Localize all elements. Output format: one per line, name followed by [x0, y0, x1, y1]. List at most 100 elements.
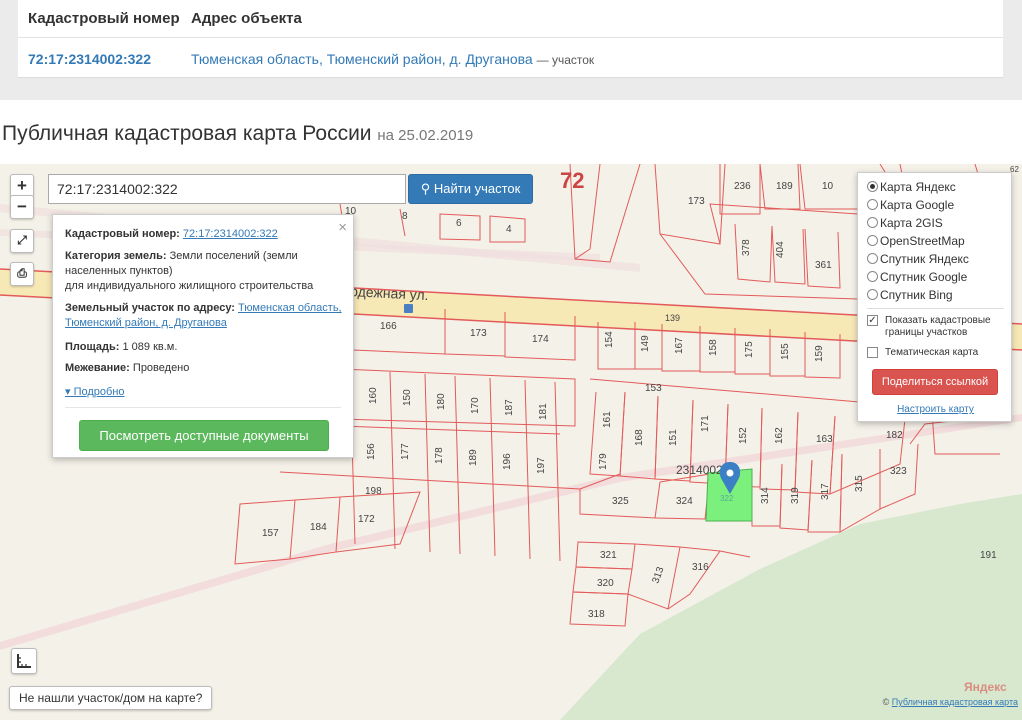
parcel-label: 174: [532, 334, 549, 345]
info-survey-value: Проведено: [132, 362, 190, 374]
parcel-label: 167: [674, 337, 685, 354]
parcel-label: 156: [366, 443, 377, 460]
table-row[interactable]: 72:17:2314002:322 Тюменская область, Тюм…: [18, 38, 1003, 78]
bus-stop-icon: [404, 304, 413, 313]
thematic-map-label: Тематическая карта: [885, 347, 979, 358]
share-link-button[interactable]: Поделиться ссылкой: [872, 369, 998, 395]
parcel-label: 173: [470, 328, 487, 339]
layer-option-label: OpenStreetMap: [880, 234, 965, 248]
fullscreen-button[interactable]: ⤢: [10, 229, 34, 253]
parcel-label: 236: [734, 181, 751, 192]
radio-icon[interactable]: [867, 217, 878, 228]
green-area: [560, 494, 1022, 720]
parcel-label: 321: [600, 550, 617, 561]
parcel-label: 158: [708, 339, 719, 356]
parcel-label: 322: [720, 494, 734, 503]
radio-selected-icon[interactable]: [867, 181, 878, 192]
thematic-map-option[interactable]: Тематическая карта: [867, 347, 1007, 361]
parcel-label: 6: [456, 218, 462, 229]
layer-option-osm[interactable]: OpenStreetMap: [867, 233, 965, 250]
parcel-label: 177: [400, 443, 411, 460]
radio-icon[interactable]: [867, 253, 878, 264]
search-button[interactable]: ⚲ Найти участок: [408, 174, 533, 204]
show-borders-label: Показать кадастровые границы участков: [885, 315, 991, 338]
parcel-label: 196: [502, 453, 513, 470]
parcel-label: 150: [402, 389, 413, 406]
parcel-label: 182: [886, 430, 903, 441]
parcel-label: 325: [612, 496, 629, 507]
info-cadastral-link[interactable]: 72:17:2314002:322: [183, 228, 278, 240]
address-link[interactable]: Тюменская область, Тюменский район, д. Д…: [191, 51, 533, 67]
parcel-label: 197: [536, 457, 547, 474]
radio-icon[interactable]: [867, 289, 878, 300]
caret-down-icon: ▾: [65, 386, 71, 398]
parcel-label: 191: [980, 550, 997, 561]
layer-option-bing-sat[interactable]: Спутник Bing: [867, 287, 953, 304]
ruler-icon: [17, 654, 31, 668]
yandex-logo: Яндекс: [964, 680, 1007, 694]
radio-icon[interactable]: [867, 235, 878, 246]
parcel-label: 361: [815, 260, 832, 271]
parcel-label: 189: [468, 449, 479, 466]
address-cell[interactable]: Тюменская область, Тюменский район, д. Д…: [191, 51, 594, 67]
info-area-label: Площадь:: [65, 341, 120, 353]
parcel-label: 160: [368, 387, 379, 404]
layer-option-2gis[interactable]: Карта 2GIS: [867, 215, 943, 232]
map-layer-panel: Карта Яндекс Карта Google Карта 2GIS Ope…: [857, 172, 1012, 422]
parcel-label: 171: [700, 415, 711, 432]
panel-divider: [867, 308, 1004, 309]
radio-icon[interactable]: [867, 271, 878, 282]
layer-option-google-sat[interactable]: Спутник Google: [867, 269, 967, 286]
parcel-label: 314: [760, 487, 771, 504]
setup-map-link[interactable]: Настроить карту: [858, 404, 1013, 415]
printer-icon: ⎙: [17, 266, 27, 280]
checkbox-icon[interactable]: [867, 347, 878, 358]
cadastral-number-link[interactable]: 72:17:2314002:322: [28, 51, 151, 67]
layer-option-google[interactable]: Карта Google: [867, 197, 954, 214]
block-label: 2314002: [676, 463, 723, 477]
parcel-label: 180: [436, 393, 447, 410]
copyright-link[interactable]: Публичная кадастровая карта: [892, 697, 1018, 707]
page-title-date: на 25.02.2019: [377, 127, 474, 144]
layer-option-yandex-sat[interactable]: Спутник Яндекс: [867, 251, 969, 268]
view-documents-button[interactable]: Посмотреть доступные документы: [79, 420, 329, 451]
print-button[interactable]: ⎙: [10, 262, 34, 286]
parcel-label: 318: [588, 609, 605, 620]
radio-icon[interactable]: [867, 199, 878, 210]
not-found-button[interactable]: Не нашли участок/дом на карте?: [9, 686, 213, 710]
results-section: Кадастровый номер Адрес объекта 72:17:23…: [0, 0, 1022, 100]
info-category-label: Категория земель:: [65, 250, 167, 262]
info-cadastral: Кадастровый номер: 72:17:2314002:322: [65, 227, 345, 242]
parcel-label: 152: [738, 427, 749, 444]
parcel-label: 161: [602, 411, 613, 428]
parcel-label: 155: [780, 343, 791, 360]
quarter-label: 72: [560, 168, 584, 193]
layer-option-yandex[interactable]: Карта Яндекс: [867, 179, 956, 196]
parcel-label: 324: [676, 496, 693, 507]
parcel-label: 184: [310, 522, 327, 533]
parcel-label: 317: [820, 483, 831, 500]
layer-option-label: Спутник Bing: [880, 288, 953, 302]
details-link[interactable]: ▾ Подробно: [65, 385, 125, 398]
parcel-label: 166: [380, 321, 397, 332]
parcel-label: 320: [597, 578, 614, 589]
show-borders-option[interactable]: ✓ Показать кадастровые границы участков: [867, 315, 1007, 341]
info-address-label: Земельный участок по адресу:: [65, 302, 235, 314]
info-divider: [65, 407, 341, 408]
parcel-label: 315: [854, 475, 865, 492]
parcel-label: 154: [604, 331, 615, 348]
col-address-header: Адрес объекта: [191, 10, 302, 27]
info-area: Площадь: 1 089 кв.м.: [65, 340, 345, 355]
info-survey-label: Межевание:: [65, 362, 130, 374]
parcel-label: 175: [744, 341, 755, 358]
checkbox-checked-icon[interactable]: ✓: [867, 315, 878, 326]
parcel-label: 168: [634, 429, 645, 446]
search-input[interactable]: [48, 174, 406, 204]
layer-option-label: Карта Яндекс: [880, 180, 956, 194]
zoom-out-button[interactable]: −: [10, 195, 34, 219]
ruler-button[interactable]: [11, 648, 37, 674]
details-link-label: Подробно: [73, 386, 125, 398]
search-icon: ⚲: [420, 181, 431, 196]
cadastral-map[interactable]: 236 189 10 62 173 8 6 4 10 378 404 361 1…: [0, 164, 1022, 720]
parcel-label: 162: [774, 427, 785, 444]
